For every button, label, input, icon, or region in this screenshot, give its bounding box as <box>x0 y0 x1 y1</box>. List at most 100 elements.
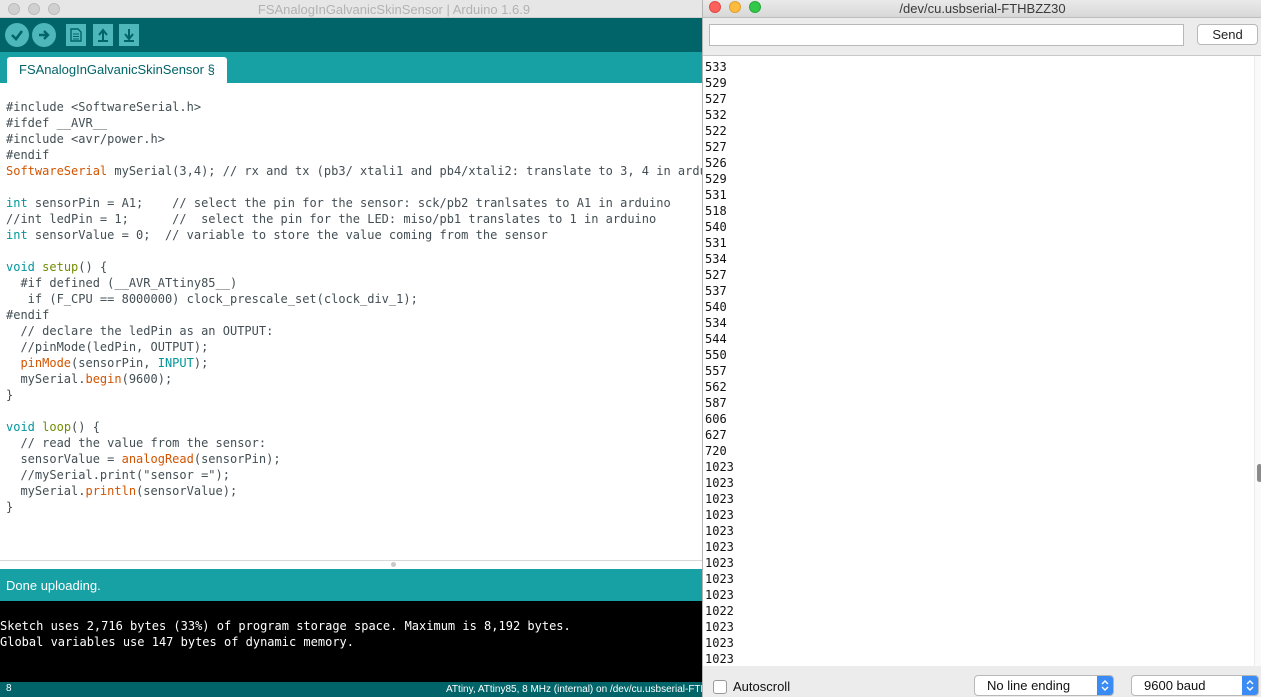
serial-line: 1023 <box>705 620 734 634</box>
code-line: #endif <box>6 308 50 322</box>
serial-line: 527 <box>705 140 727 154</box>
upload-button[interactable] <box>32 23 56 47</box>
serial-line: 544 <box>705 332 727 346</box>
serial-send-input[interactable] <box>709 24 1184 46</box>
serial-line: 529 <box>705 172 727 186</box>
ide-footer: 8 ATtiny, ATtiny85, 8 MHz (internal) on … <box>0 682 702 697</box>
serial-line: 540 <box>705 220 727 234</box>
serial-title-bar: /dev/cu.usbserial-FTHBZZ30 <box>703 0 1261 18</box>
serial-output-lines: 533 529 527 532 522 527 526 529 531 518 540 531 534 5… <box>705 59 734 666</box>
chevron-updown-icon <box>1242 676 1258 695</box>
arduino-ide-window: FSAnalogInGalvanicSkinSensor | Arduino 1… <box>0 0 702 697</box>
serial-window-title: /dev/cu.usbserial-FTHBZZ30 <box>899 1 1066 16</box>
code-line: #if defined (__AVR_ATtiny85__) <box>6 276 238 290</box>
sketch-tab-bar: FSAnalogInGalvanicSkinSensor § <box>0 52 702 83</box>
serial-line: 1023 <box>705 540 734 554</box>
serial-monitor-window: /dev/cu.usbserial-FTHBZZ30 Send 533 529 52… <box>702 0 1261 697</box>
console-output: Sketch uses 2,716 bytes (33%) of program… <box>0 601 702 682</box>
splitter-grip-icon <box>391 562 396 567</box>
scrollbar-thumb[interactable] <box>1257 464 1261 482</box>
serial-options-bar: Autoscroll No line ending 9600 baud <box>703 666 1261 697</box>
serial-line: 526 <box>705 156 727 170</box>
open-sketch-button[interactable] <box>93 24 113 46</box>
serial-line: 1023 <box>705 652 734 666</box>
serial-line: 529 <box>705 76 727 90</box>
code-line: mySerial.begin(9600); <box>6 372 173 386</box>
ide-toolbar <box>0 18 702 52</box>
status-message: Done uploading. <box>6 578 101 593</box>
code-line: SoftwareSerial mySerial(3,4); // rx and … <box>6 164 702 178</box>
serial-line: 1023 <box>705 636 734 650</box>
status-bar: Done uploading. <box>0 569 702 601</box>
serial-line: 518 <box>705 204 727 218</box>
right-arrow-icon <box>39 30 50 40</box>
code-line: //pinMode(ledPin, OUTPUT); <box>6 340 209 354</box>
serial-line: 1023 <box>705 508 734 522</box>
console-text: Sketch uses 2,716 bytes (33%) of program… <box>0 618 571 650</box>
code-line: } <box>6 500 14 514</box>
serial-line: 627 <box>705 428 727 442</box>
serial-line: 562 <box>705 380 727 394</box>
serial-line: 531 <box>705 188 727 202</box>
serial-output-scrollbar[interactable] <box>1254 56 1261 666</box>
tab-sketch[interactable]: FSAnalogInGalvanicSkinSensor § <box>7 57 227 83</box>
serial-line: 1023 <box>705 572 734 586</box>
code-line: // declare the ledPin as an OUTPUT: <box>6 324 274 338</box>
code-line: #include <SoftwareSerial.h> <box>6 100 202 114</box>
code-line: pinMode(sensorPin, INPUT); <box>20 356 209 370</box>
code-line: if (F_CPU == 8000000) clock_prescale_set… <box>6 292 418 306</box>
serial-line: 1022 <box>705 604 734 618</box>
editor-console-splitter[interactable] <box>0 560 702 569</box>
code-line: //int ledPin = 1; // select the pin for … <box>6 212 657 226</box>
code-line: } <box>6 388 14 402</box>
baud-rate-select[interactable]: 9600 baud <box>1131 675 1259 696</box>
arrow-up-icon <box>98 28 108 42</box>
serial-line: 1023 <box>705 556 734 570</box>
code-editor[interactable]: #include <SoftwareSerial.h> #ifdef __AVR_… <box>0 83 702 560</box>
serial-line: 606 <box>705 412 727 426</box>
baud-rate-value: 9600 baud <box>1144 678 1206 693</box>
serial-line: 527 <box>705 92 727 106</box>
verify-button[interactable] <box>5 23 29 47</box>
serial-line: 534 <box>705 316 727 330</box>
code-line: sensorValue = analogRead(sensorPin); <box>6 452 281 466</box>
code-line: #ifdef __AVR__ <box>6 116 108 130</box>
serial-line: 1023 <box>705 476 734 490</box>
serial-line: 527 <box>705 268 727 282</box>
new-file-icon <box>70 28 82 42</box>
autoscroll-checkbox[interactable] <box>713 680 727 694</box>
serial-line: 522 <box>705 124 727 138</box>
send-button[interactable]: Send <box>1197 24 1258 45</box>
serial-line: 557 <box>705 364 727 378</box>
autoscroll-label: Autoscroll <box>733 679 791 694</box>
chevron-updown-icon <box>1097 676 1113 695</box>
code-line: void loop() { <box>6 420 100 434</box>
serial-line: 1023 <box>705 460 734 474</box>
code-line: int sensorPin = A1; // select the pin fo… <box>6 196 671 210</box>
serial-line: 531 <box>705 236 727 250</box>
serial-line: 550 <box>705 348 727 362</box>
save-sketch-button[interactable] <box>119 24 139 46</box>
checkmark-icon <box>11 30 24 41</box>
code-text: #include <SoftwareSerial.h> #ifdef __AVR_… <box>6 99 702 515</box>
serial-line: 533 <box>705 60 727 74</box>
code-line: //mySerial.print("sensor ="); <box>6 468 230 482</box>
serial-line: 587 <box>705 396 727 410</box>
serial-output[interactable]: 533 529 527 532 522 527 526 529 531 518 540 531 534 5… <box>703 55 1261 666</box>
board-info: ATtiny, ATtiny85, 8 MHz (internal) on /d… <box>446 684 702 695</box>
code-line: // read the value from the sensor: <box>6 436 267 450</box>
serial-line: 540 <box>705 300 727 314</box>
arrow-down-icon <box>124 29 134 42</box>
code-line: int sensorValue = 0; // variable to stor… <box>6 228 548 242</box>
serial-line: 534 <box>705 252 727 266</box>
current-line-number: 8 <box>6 683 12 694</box>
serial-line: 1023 <box>705 524 734 538</box>
line-ending-select[interactable]: No line ending <box>974 675 1114 696</box>
code-line: mySerial.println(sensorValue); <box>6 484 238 498</box>
ide-window-title: FSAnalogInGalvanicSkinSensor | Arduino 1… <box>257 2 531 17</box>
new-sketch-button[interactable] <box>66 24 86 46</box>
serial-line: 720 <box>705 444 727 458</box>
